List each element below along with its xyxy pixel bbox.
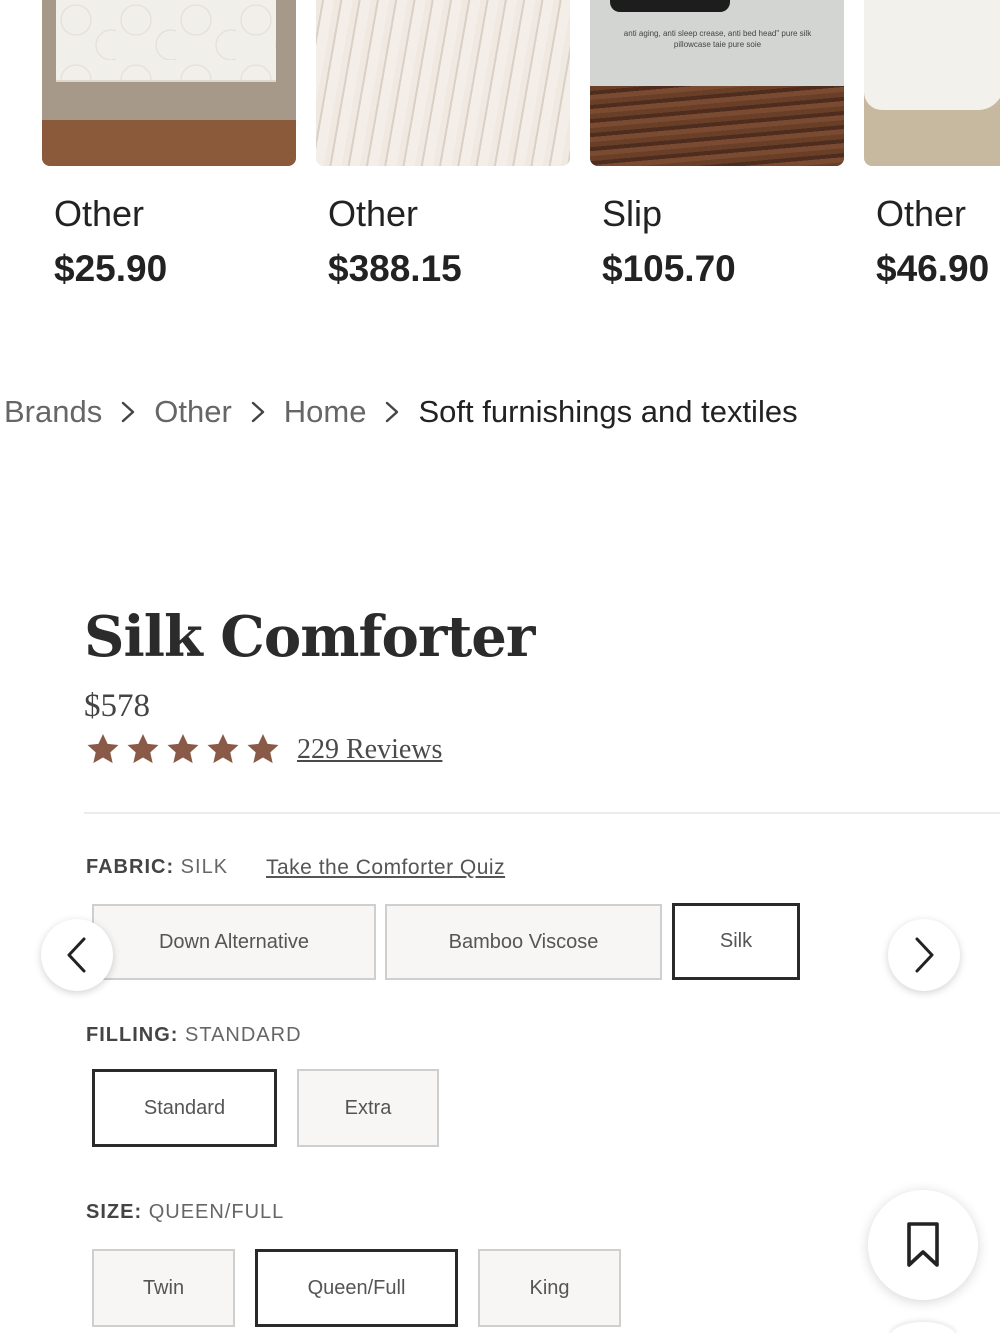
- filling-value: STANDARD: [185, 1024, 302, 1046]
- box-caption: anti aging, anti sleep crease, anti bed …: [623, 29, 812, 49]
- comforter-quiz-link: Take the Comforter Quiz: [266, 856, 506, 879]
- breadcrumb-link-other[interactable]: Other: [154, 394, 232, 430]
- size-value: QUEEN/FULL: [148, 1201, 285, 1223]
- chevron-right-icon: [915, 937, 934, 973]
- breadcrumb: Brands Other Home Soft furnishings and t…: [4, 394, 798, 430]
- star-icon: [87, 733, 119, 764]
- next-image-button[interactable]: [888, 919, 960, 991]
- wood-surface: [590, 86, 844, 166]
- filling-label: FILLING: STANDARD: [86, 1024, 302, 1047]
- slip-logo: [610, 0, 730, 12]
- fabric-key: FABRIC:: [86, 856, 175, 878]
- product-title: Silk Comforter: [84, 604, 535, 670]
- size-option-king: King: [478, 1249, 621, 1327]
- star-icon: [167, 733, 199, 764]
- size-option-twin: Twin: [92, 1249, 235, 1327]
- carpet-photo-area: [42, 120, 296, 166]
- filling-option-standard: Standard: [92, 1069, 277, 1147]
- chevron-right-icon: [232, 401, 284, 423]
- size-key: SIZE:: [86, 1201, 143, 1223]
- product-brand: Other: [876, 193, 967, 234]
- fabric-option-silk: Silk: [672, 903, 800, 980]
- fabric-option-bamboo-viscose: Bamboo Viscose: [385, 904, 662, 980]
- fabric-value: SILK: [180, 856, 229, 878]
- product-price: $388.15: [328, 248, 462, 289]
- product-price: $46.90: [876, 248, 990, 289]
- product-thumbnail[interactable]: [864, 0, 1000, 166]
- pillow-photo: [864, 0, 1000, 110]
- filling-option-extra: Extra: [297, 1069, 439, 1147]
- chevron-right-icon: [366, 401, 418, 423]
- breadcrumb-link-brands[interactable]: Brands: [4, 394, 102, 430]
- breadcrumb-current: Soft furnishings and textiles: [418, 394, 798, 429]
- size-option-queen-full: Queen/Full: [255, 1249, 458, 1327]
- star-icon: [247, 733, 279, 764]
- recommended-products: Other $25.90 Other $388.15 anti aging, a…: [0, 0, 1000, 320]
- chevron-right-icon: [102, 401, 154, 423]
- product-brand: Other: [328, 193, 419, 234]
- product-price: $25.90: [54, 248, 168, 289]
- chevron-left-icon: [67, 937, 86, 973]
- reviews-link: 229 Reviews: [297, 734, 443, 765]
- product-box-photo: anti aging, anti sleep crease, anti bed …: [590, 0, 844, 86]
- divider: [84, 812, 1000, 814]
- product-brand: Other: [54, 193, 145, 234]
- product-thumbnail[interactable]: anti aging, anti sleep crease, anti bed …: [590, 0, 844, 166]
- quilt-photo: [56, 0, 276, 82]
- product-brand: Slip: [602, 193, 663, 234]
- star-icon: [127, 733, 159, 764]
- star-rating: [84, 730, 282, 768]
- bookmark-icon: [907, 1222, 939, 1267]
- star-icon: [207, 733, 239, 764]
- product-price: $578: [84, 688, 150, 724]
- product-thumbnail[interactable]: [316, 0, 570, 166]
- product-thumbnail[interactable]: [42, 0, 296, 166]
- fabric-label: FABRIC: SILK: [86, 856, 228, 879]
- previous-image-button[interactable]: [41, 919, 113, 991]
- size-label: SIZE: QUEEN/FULL: [86, 1201, 284, 1224]
- product-price: $105.70: [602, 248, 736, 289]
- product-image[interactable]: Silk Comforter $578 229 Reviews FABRIC: …: [0, 560, 1000, 1333]
- fabric-option-down-alternative: Down Alternative: [92, 904, 376, 980]
- save-bookmark-button[interactable]: [868, 1190, 978, 1300]
- filling-key: FILLING:: [86, 1024, 179, 1046]
- breadcrumb-link-home[interactable]: Home: [284, 394, 367, 430]
